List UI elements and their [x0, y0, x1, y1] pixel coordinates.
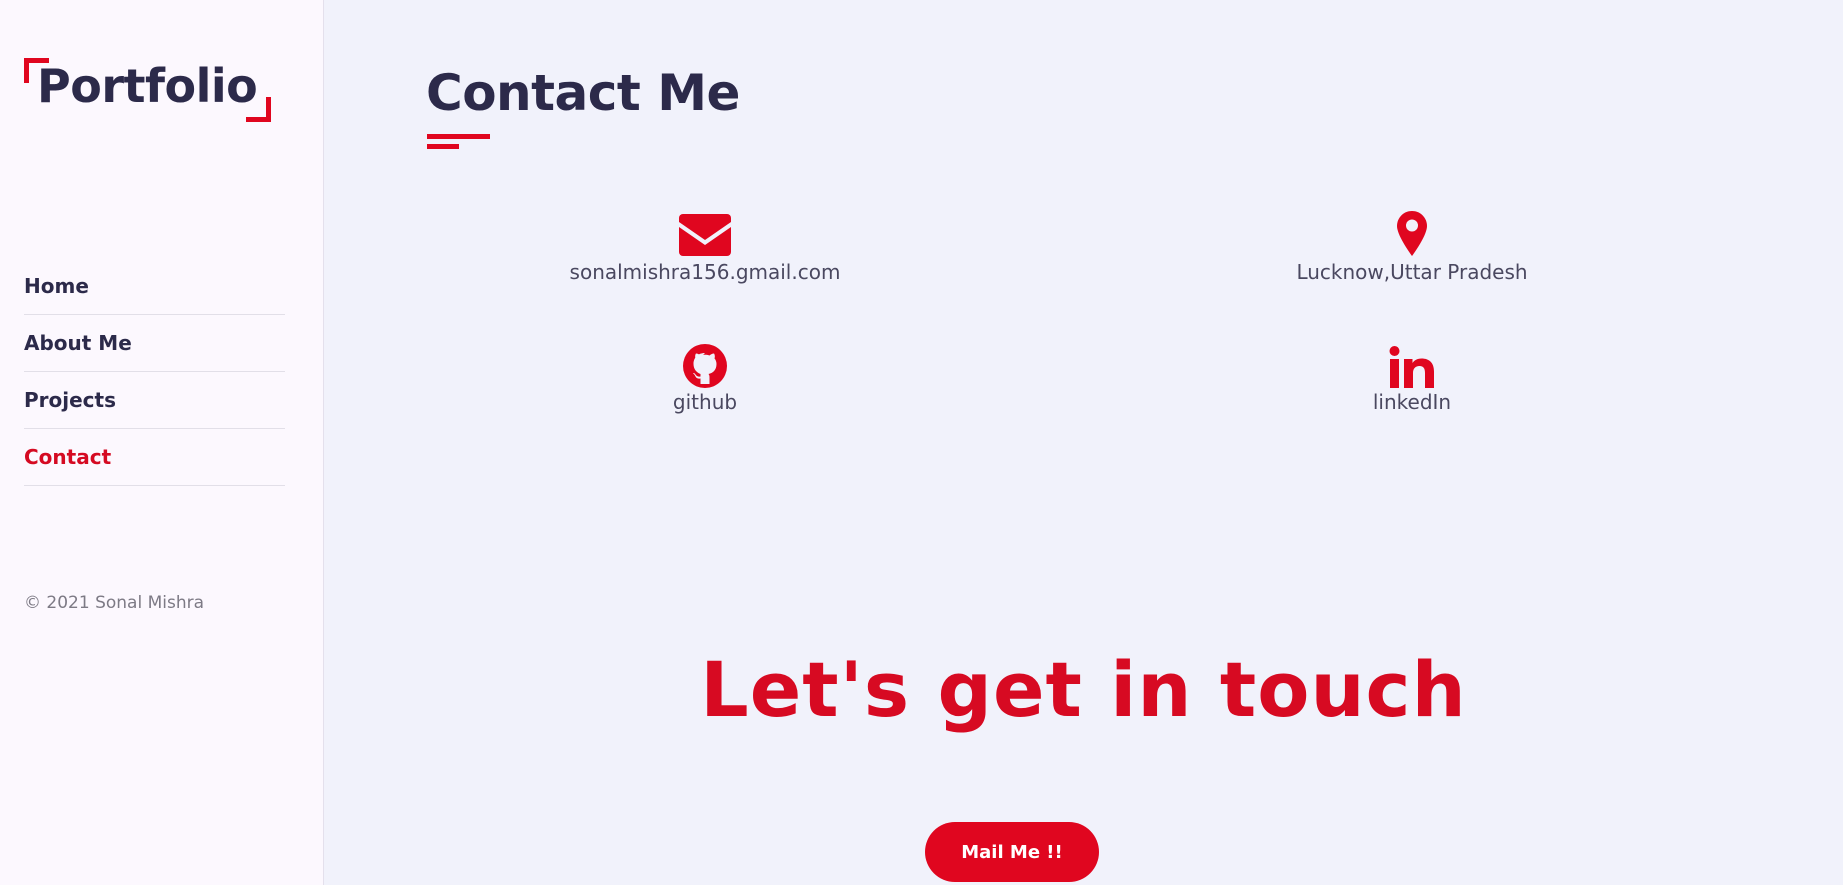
- contact-github[interactable]: github: [560, 342, 850, 414]
- github-icon: [683, 342, 727, 388]
- tagline-heading: Let's get in touch: [700, 645, 1467, 734]
- contact-email[interactable]: sonalmishra156.gmail.com: [560, 208, 850, 284]
- contact-github-label: github: [672, 390, 738, 414]
- contact-linkedin-label: linkedIn: [1372, 390, 1452, 414]
- title-underline-short: [427, 144, 459, 149]
- logo[interactable]: Portfolio: [24, 58, 271, 122]
- nav-item-projects[interactable]: Projects: [24, 372, 285, 429]
- nav-item-home[interactable]: Home: [24, 258, 285, 315]
- contact-email-label: sonalmishra156.gmail.com: [569, 260, 841, 284]
- sidebar-nav: Home About Me Projects Contact: [24, 258, 285, 486]
- logo-corner-bottom-right: [246, 97, 271, 122]
- main-content: Contact Me sonalmishra156.gmail.com Luck…: [324, 0, 1843, 885]
- title-underline-long: [427, 134, 490, 139]
- page-title: Contact Me: [426, 64, 740, 122]
- logo-text: Portfolio: [37, 59, 258, 113]
- sidebar: Portfolio Home About Me Projects Contact…: [0, 0, 324, 885]
- contact-location-label: Lucknow,Uttar Pradesh: [1296, 260, 1528, 284]
- contact-linkedin[interactable]: linkedIn: [1267, 342, 1557, 414]
- envelope-icon: [679, 208, 731, 256]
- nav-item-about-me[interactable]: About Me: [24, 315, 285, 372]
- mail-me-button[interactable]: Mail Me !!: [925, 822, 1099, 882]
- contact-location[interactable]: Lucknow,Uttar Pradesh: [1267, 208, 1557, 284]
- nav-item-contact[interactable]: Contact: [24, 429, 285, 486]
- copyright-text: © 2021 Sonal Mishra: [24, 593, 205, 613]
- map-pin-icon: [1397, 208, 1427, 256]
- linkedin-icon: [1389, 342, 1435, 388]
